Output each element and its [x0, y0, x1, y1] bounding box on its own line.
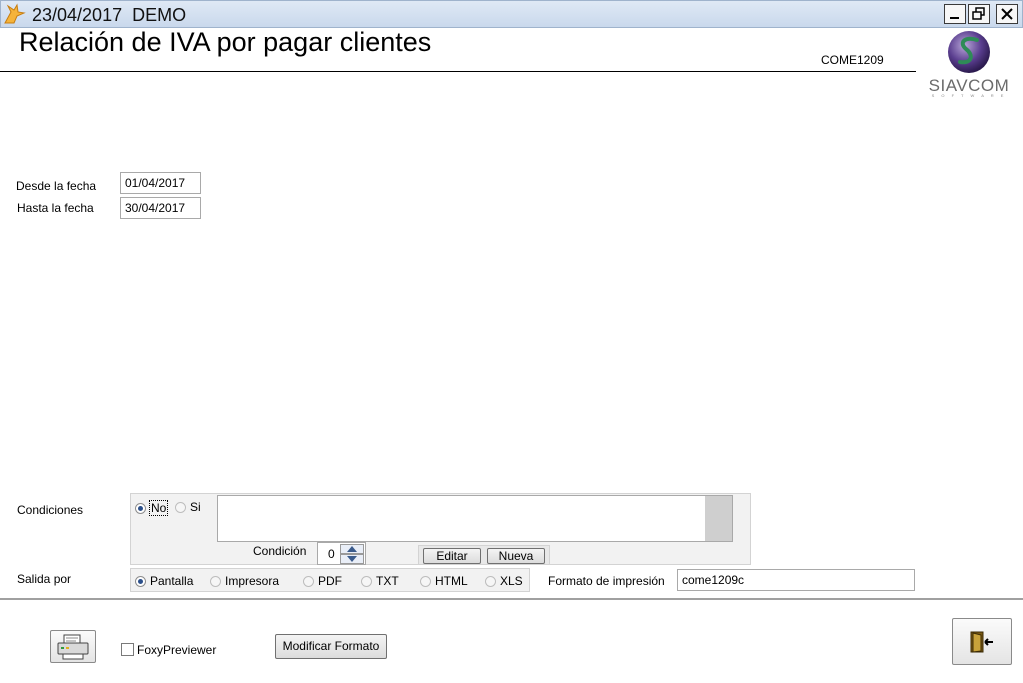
radio-pdf[interactable]	[303, 575, 314, 587]
print-button[interactable]	[50, 630, 96, 663]
output-pdf-label: PDF	[318, 574, 342, 588]
condition-textarea[interactable]	[217, 495, 733, 542]
arrow-down-icon	[347, 556, 357, 562]
condition-si-label: Si	[190, 500, 201, 514]
radio-si[interactable]	[175, 501, 186, 513]
output-pantalla-label: Pantalla	[150, 574, 194, 588]
condition-option-si[interactable]: Si	[175, 500, 201, 514]
condition-number-label: Condición	[253, 544, 307, 558]
condition-spinner[interactable]: 0	[317, 542, 366, 565]
foxy-previewer-label: FoxyPreviewer	[137, 643, 217, 657]
output-option-txt[interactable]: TXT	[361, 574, 399, 588]
radio-pantalla[interactable]	[135, 575, 146, 587]
condition-no-label: No	[149, 500, 169, 516]
minimize-icon	[950, 17, 959, 19]
to-date-label: Hasta la fecha	[17, 201, 94, 215]
header-divider	[0, 71, 916, 72]
app-icon	[2, 3, 26, 25]
close-button[interactable]	[996, 4, 1018, 24]
output-option-pantalla[interactable]: Pantalla	[135, 574, 193, 588]
output-option-pdf[interactable]: PDF	[303, 574, 342, 588]
footer-divider	[0, 598, 1023, 600]
page-title: Relación de IVA por pagar clientes	[19, 27, 432, 57]
output-html-label: HTML	[435, 574, 468, 588]
edit-condition-button[interactable]: Editar	[423, 548, 481, 564]
print-format-label: Formato de impresión	[548, 574, 665, 588]
conditions-label: Condiciones	[17, 503, 84, 517]
print-format-field[interactable]: come1209c	[677, 569, 915, 591]
spinner-down-button[interactable]	[340, 554, 364, 564]
close-icon	[1001, 8, 1013, 20]
condition-option-no[interactable]: No	[135, 500, 169, 516]
condition-scrollbar[interactable]	[705, 496, 732, 541]
restore-button[interactable]	[968, 4, 990, 24]
restore-icon	[972, 7, 985, 20]
to-date-field[interactable]: 30/04/2017	[120, 197, 201, 219]
exit-door-icon	[970, 631, 993, 653]
condition-spinner-value: 0	[328, 547, 335, 561]
radio-no[interactable]	[135, 502, 146, 514]
output-impresora-label: Impresora	[225, 574, 280, 588]
arrow-up-icon	[347, 546, 357, 552]
from-date-label: Desde la fecha	[16, 179, 97, 193]
foxy-previewer-checkbox[interactable]	[121, 643, 134, 656]
radio-txt[interactable]	[361, 575, 372, 587]
output-option-html[interactable]: HTML	[420, 574, 468, 588]
radio-impresora[interactable]	[210, 575, 221, 587]
output-txt-label: TXT	[376, 574, 399, 588]
output-option-impresora[interactable]: Impresora	[210, 574, 279, 588]
form-code: COME1209	[821, 53, 884, 67]
output-option-xls[interactable]: XLS	[485, 574, 523, 588]
output-label: Salida por	[17, 572, 72, 586]
spinner-up-button[interactable]	[340, 544, 364, 554]
modify-format-button[interactable]: Modificar Formato	[275, 634, 387, 659]
printer-icon	[57, 634, 89, 659]
radio-html[interactable]	[420, 575, 431, 587]
logo-subtext: S O F T W A R E	[931, 93, 1007, 98]
new-condition-button[interactable]: Nueva	[487, 548, 545, 564]
minimize-button[interactable]	[944, 4, 966, 24]
output-xls-label: XLS	[500, 574, 523, 588]
window-title: 23/04/2017 DEMO	[32, 5, 187, 25]
radio-xls[interactable]	[485, 575, 496, 587]
exit-button[interactable]	[952, 618, 1012, 665]
from-date-field[interactable]: 01/04/2017	[120, 172, 201, 194]
